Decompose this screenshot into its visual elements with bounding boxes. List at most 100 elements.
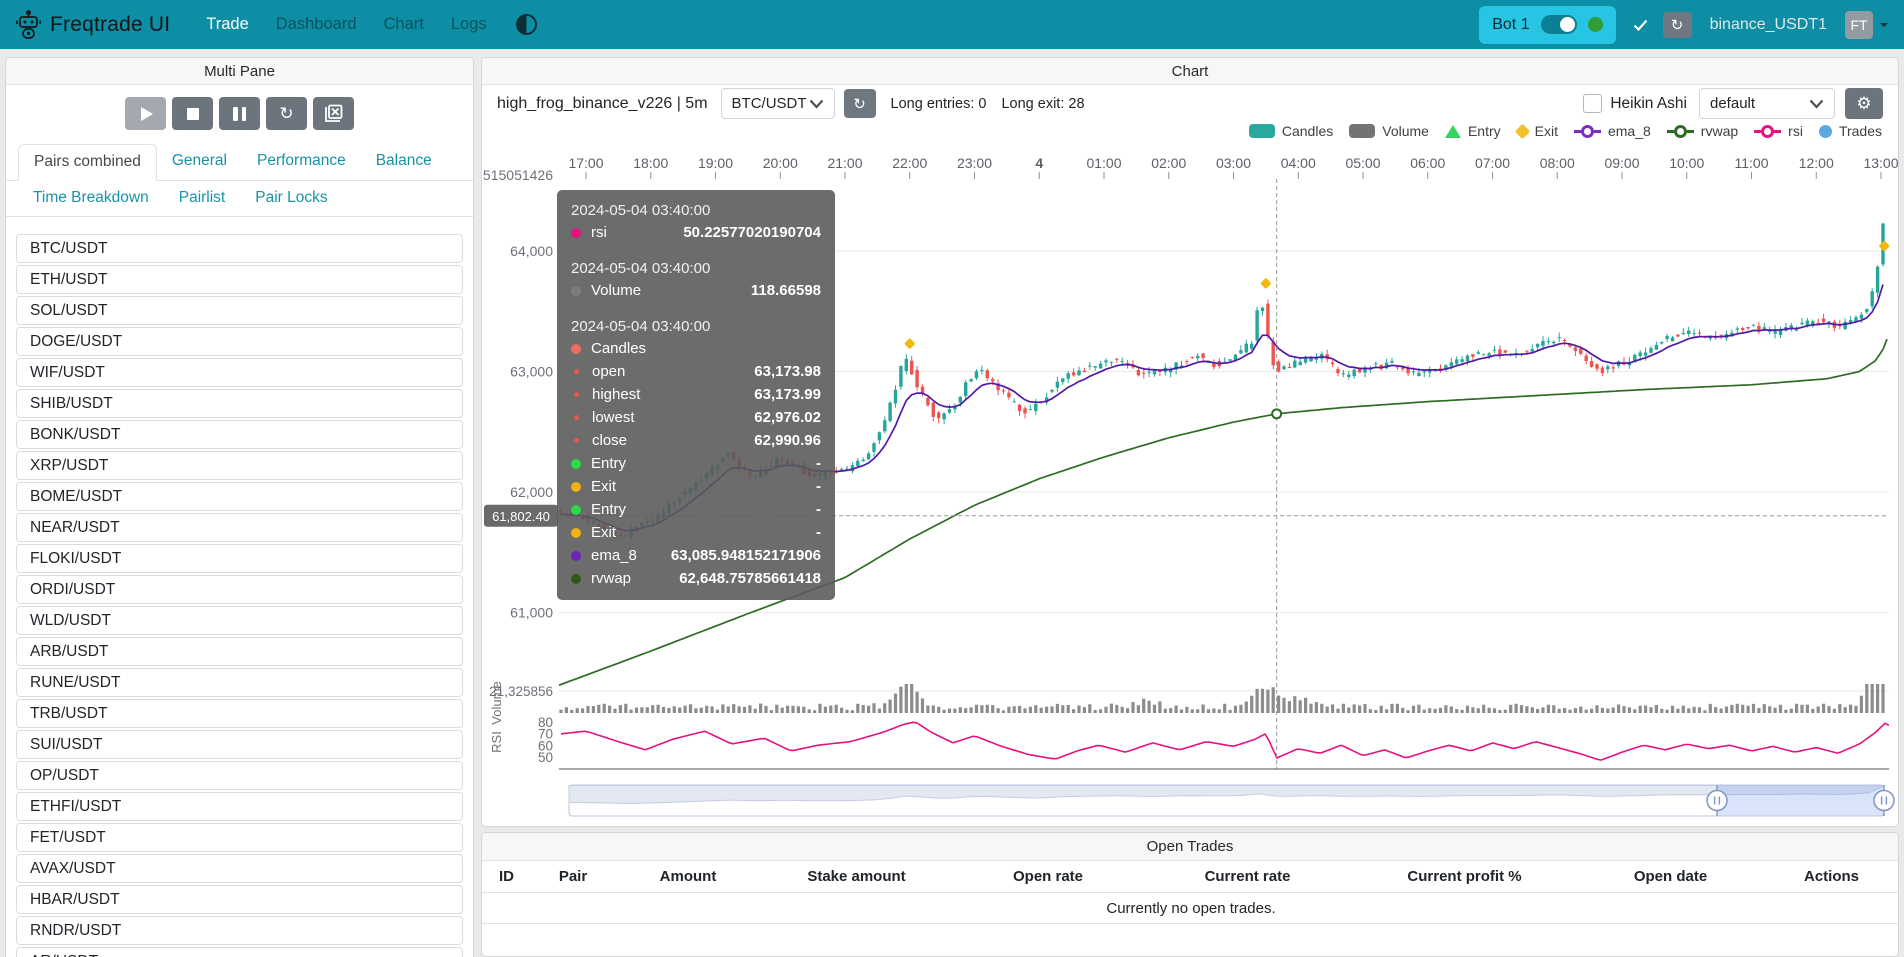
column-header-open-date: Open date	[1578, 861, 1763, 893]
tab-balance[interactable]: Balance	[361, 144, 447, 180]
candlestick-chart-canvas[interactable]: 17:0018:0019:0020:0021:0022:0023:00401:0…	[482, 118, 1900, 828]
pair-list-item[interactable]: DOGE/USDT	[16, 327, 463, 356]
x-axis-label: 06:00	[1410, 155, 1445, 171]
volume-pane-title: Volume	[489, 681, 504, 724]
tab-time-breakdown[interactable]: Time Breakdown	[18, 181, 164, 216]
bot-selector: Bot 1	[1479, 6, 1615, 44]
tabs-row-2: Time BreakdownPairlistPair Locks	[6, 181, 473, 217]
bot-name: Bot 1	[1492, 16, 1529, 34]
volume-bars	[559, 684, 1884, 713]
nav-item-chart[interactable]: Chart	[384, 15, 424, 34]
pair-select[interactable]: BTC/USDT	[721, 88, 835, 119]
open-trades-header-row: IDPairAmountStake amountOpen rateCurrent…	[482, 861, 1899, 893]
pair-list-item[interactable]: ARB/USDT	[16, 637, 463, 666]
x-axis-label: 07:00	[1475, 155, 1510, 171]
empty-trades-message: Currently no open trades.	[482, 893, 1899, 924]
long-entries-label: Long entries: 0	[891, 96, 987, 112]
pair-list-item[interactable]: SUI/USDT	[16, 730, 463, 759]
x-axis-label: 23:00	[957, 155, 992, 171]
top-navbar: Freqtrade UI Trade Dashboard Chart Logs Bot…	[0, 0, 1904, 49]
pair-list-item[interactable]: SHIB/USDT	[16, 389, 463, 418]
datazoom-left-handle[interactable]	[1707, 791, 1727, 811]
column-header-current-profit: Current profit %	[1351, 861, 1578, 893]
price-axis-label: 63,000	[510, 364, 553, 380]
candle-wicks-down	[561, 300, 1840, 540]
pair-list-item[interactable]: XRP/USDT	[16, 451, 463, 480]
x-axis-label: 22:00	[892, 155, 927, 171]
exchange-account-label: binance_USDT1	[1710, 16, 1827, 34]
start-bot-button[interactable]	[125, 97, 166, 130]
long-exit-label: Long exit: 28	[1001, 96, 1084, 112]
pair-list-item[interactable]: WLD/USDT	[16, 606, 463, 635]
datazoom-selected-range	[1717, 786, 1884, 816]
nav-item-logs[interactable]: Logs	[451, 15, 487, 34]
pair-list-item[interactable]: BOME/USDT	[16, 482, 463, 511]
pair-list-item[interactable]: NEAR/USDT	[16, 513, 463, 542]
bot-enable-toggle[interactable]	[1541, 15, 1577, 34]
pair-list-item[interactable]: AVAX/USDT	[16, 854, 463, 883]
pair-list-item[interactable]: SOL/USDT	[16, 296, 463, 325]
heikin-ashi-label: Heikin Ashi	[1610, 95, 1687, 113]
refresh-chart-button[interactable]: ↻	[844, 89, 876, 118]
plot-config-select[interactable]: default	[1699, 88, 1835, 119]
rsi-axis-label: 50	[538, 750, 553, 765]
plot-settings-button[interactable]: ⚙	[1845, 88, 1883, 119]
rvwap-hover-marker	[1272, 409, 1281, 418]
nav-item-trade[interactable]: Trade	[206, 15, 249, 34]
main-nav: Trade Dashboard Chart Logs	[206, 15, 513, 34]
pair-list-item[interactable]: HBAR/USDT	[16, 885, 463, 914]
rsi-line	[561, 722, 1889, 760]
bot-online-indicator	[1588, 17, 1603, 32]
exit-signal-marker	[1879, 240, 1890, 251]
pair-list-item[interactable]: ETH/USDT	[16, 265, 463, 294]
pair-list-item[interactable]: OP/USDT	[16, 761, 463, 790]
pair-list-item[interactable]: WIF/USDT	[16, 358, 463, 387]
column-header-stake-amount: Stake amount	[761, 861, 952, 893]
pair-list-item[interactable]: AR/USDT	[16, 947, 463, 957]
pair-list-item[interactable]: ETHFI/USDT	[16, 792, 463, 821]
reload-config-button[interactable]: ↻	[266, 97, 307, 130]
pair-list-item[interactable]: FLOKI/USDT	[16, 544, 463, 573]
tab-general[interactable]: General	[157, 144, 242, 180]
pair-list-item[interactable]: FET/USDT	[16, 823, 463, 852]
theme-toggle-icon[interactable]	[516, 14, 537, 35]
datazoom-right-handle[interactable]	[1874, 791, 1894, 811]
column-header-id: ID	[482, 861, 531, 893]
play-icon	[141, 107, 153, 121]
multi-pane-title: Multi Pane	[6, 58, 473, 85]
ema-8-line	[561, 285, 1883, 531]
chart-toolbar: high_frog_binance_v226 | 5m BTC/USDT ↻ L…	[497, 88, 1883, 119]
pair-list-item[interactable]: TRB/USDT	[16, 699, 463, 728]
datazoom-slider[interactable]	[569, 785, 1894, 816]
open-trades-panel: Open Trades IDPairAmountStake amountOpen…	[481, 832, 1899, 957]
pair-list-item[interactable]: RUNE/USDT	[16, 668, 463, 697]
price-axis-label: 62,000	[510, 484, 553, 500]
pause-bot-button[interactable]	[219, 97, 260, 130]
tab-pairs-combined[interactable]: Pairs combined	[18, 144, 157, 181]
chart-x-icon	[324, 104, 343, 123]
price-axis-top-label: 515051426	[483, 167, 553, 183]
pair-list-item[interactable]: RNDR/USDT	[16, 916, 463, 945]
tab-pairlist[interactable]: Pairlist	[164, 181, 241, 216]
x-axis-label: 4	[1035, 155, 1043, 171]
chevron-down-icon	[809, 99, 824, 109]
user-avatar[interactable]: FT	[1845, 11, 1873, 39]
tab-pair-locks[interactable]: Pair Locks	[240, 181, 342, 216]
candle-wicks-up	[593, 223, 1883, 539]
x-axis-label: 17:00	[568, 155, 603, 171]
column-header-amount: Amount	[615, 861, 761, 893]
heikin-ashi-checkbox[interactable]	[1583, 94, 1602, 113]
x-axis-label: 19:00	[698, 155, 733, 171]
app-title: Freqtrade UI	[50, 13, 170, 37]
pair-list-item[interactable]: ORDI/USDT	[16, 575, 463, 604]
x-axis-label: 21:00	[827, 155, 862, 171]
stop-bot-button[interactable]	[172, 97, 213, 130]
user-menu-caret-icon[interactable]	[1880, 23, 1888, 31]
forget-signals-button[interactable]	[313, 97, 354, 130]
pair-list-item[interactable]: BONK/USDT	[16, 420, 463, 449]
reload-bot-button[interactable]: ↻	[1663, 12, 1692, 38]
nav-item-dashboard[interactable]: Dashboard	[276, 15, 357, 34]
tab-performance[interactable]: Performance	[242, 144, 361, 180]
pair-list-item[interactable]: BTC/USDT	[16, 234, 463, 263]
bot-ok-check-icon	[1633, 19, 1648, 31]
